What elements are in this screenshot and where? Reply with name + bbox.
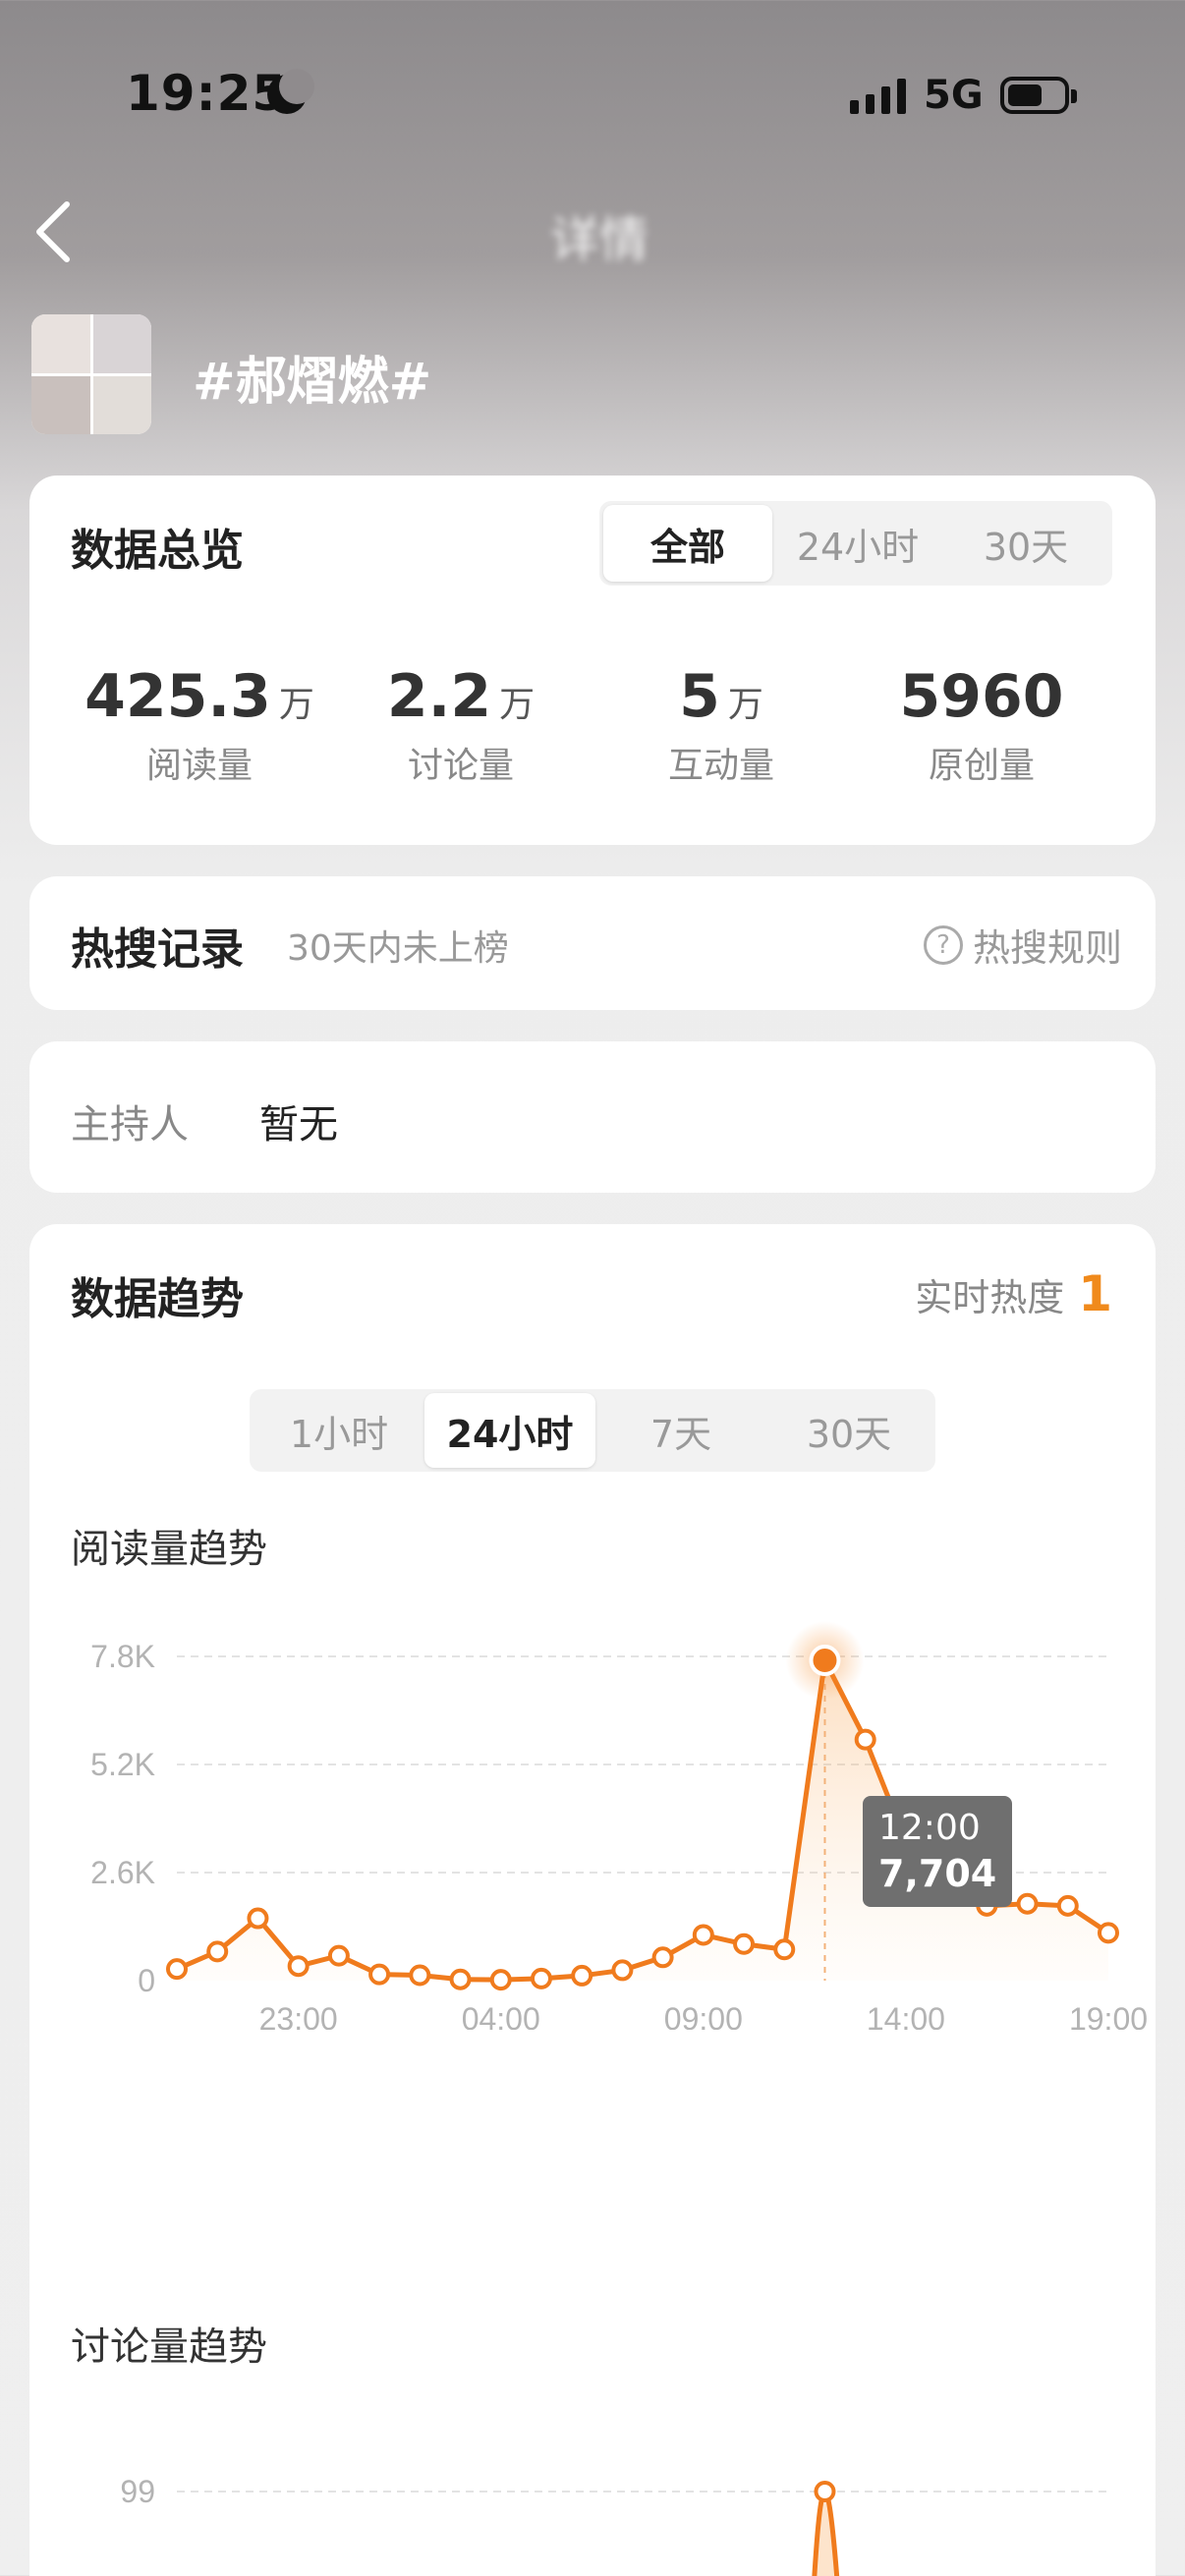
tab-30d[interactable]: 30天 <box>943 505 1108 582</box>
host-card: 主持人 暂无 <box>29 1041 1156 1193</box>
data-point <box>854 1728 876 1751</box>
realtime-label: 实时热度 <box>915 1275 1065 1319</box>
trend-tabs: 1小时 24小时 7天 30天 <box>250 1389 935 1472</box>
status-bar: 19:25 5G <box>0 0 1185 196</box>
tab-1h[interactable]: 1小时 <box>254 1393 424 1468</box>
data-point <box>368 1963 391 1986</box>
data-point <box>1098 1922 1119 1944</box>
data-point <box>287 1955 310 1978</box>
host-value: 暂无 <box>259 1102 338 1148</box>
status-time: 19:25 <box>126 65 288 122</box>
data-point <box>733 1932 756 1955</box>
data-point <box>409 1964 431 1987</box>
tab-24h[interactable]: 24小时 <box>772 505 943 582</box>
hot-search-title: 热搜记录 <box>71 924 244 975</box>
tooltip-value: 7,704 <box>878 1852 997 1895</box>
x-tick-label: 04:00 <box>462 2001 540 2030</box>
topic-title: #郝熠燃# <box>193 353 432 412</box>
read-trend-label: 阅读量趋势 <box>71 1527 267 1572</box>
signal-icon <box>850 79 906 114</box>
stat-unit: 万 <box>278 685 314 725</box>
page-title: 详情 <box>550 211 649 268</box>
realtime-value: 1 <box>1078 1265 1112 1322</box>
y-tick-label: 7.8K <box>90 1639 155 1674</box>
data-point <box>1016 1892 1039 1915</box>
hot-search-rules-label: 热搜规则 <box>972 926 1122 970</box>
network-label: 5G <box>924 73 984 118</box>
hot-search-rules-link[interactable]: ? 热搜规则 <box>923 918 1122 972</box>
stat-value: 425.3 <box>85 662 271 731</box>
x-tick-label: 14:00 <box>867 2001 945 2030</box>
chart-tooltip: 12:00 7,704 <box>863 1796 1013 1907</box>
data-point <box>571 1964 593 1987</box>
stat-unit: 万 <box>499 685 536 725</box>
overview-tabs: 全部 24小时 30天 <box>599 501 1112 586</box>
data-point <box>327 1944 350 1967</box>
trend-title: 数据趋势 <box>71 1274 244 1324</box>
back-button[interactable] <box>28 193 83 271</box>
highlight-point <box>809 1645 841 1677</box>
stat-discussions: 2.2 万 讨论量 <box>369 662 552 788</box>
data-point <box>247 1907 269 1930</box>
tooltip-time: 12:00 <box>878 1808 981 1848</box>
x-tick-label: 19:00 <box>1069 2001 1148 2030</box>
battery-icon <box>1000 77 1077 114</box>
stat-label: 阅读量 <box>145 746 253 786</box>
stat-originals: 5960 原创量 <box>890 662 1073 788</box>
y-tick-label: 5.2K <box>90 1747 155 1782</box>
chevron-left-icon <box>36 201 70 262</box>
tab-24h[interactable]: 24小时 <box>424 1393 595 1468</box>
hot-search-note: 30天内未上榜 <box>287 928 509 969</box>
x-tick-label: 09:00 <box>664 2001 743 2030</box>
data-point <box>814 2481 836 2502</box>
topic-thumbnail <box>31 314 151 434</box>
overview-stats: 425.3 万 阅读量 2.2 万 讨论量 5万 互动量 5960 原创量 <box>29 662 1156 788</box>
stat-label: 互动量 <box>667 746 774 786</box>
discussion-trend-chart: 99 <box>120 2474 1108 2576</box>
data-point <box>206 1940 229 1963</box>
data-point <box>773 1938 796 1961</box>
tab-all[interactable]: 全部 <box>603 505 772 582</box>
moon-icon <box>267 69 314 114</box>
stat-label: 讨论量 <box>407 746 514 786</box>
data-point <box>1056 1894 1079 1917</box>
stat-value: 5 <box>679 662 720 731</box>
x-tick-label: 23:00 <box>259 2001 338 2030</box>
data-point <box>611 1959 634 1982</box>
stat-interactions: 5万 互动量 <box>552 662 890 788</box>
tab-30d[interactable]: 30天 <box>766 1393 931 1468</box>
stat-value: 2.2 <box>386 662 492 731</box>
y-tick-label: 99 <box>120 2474 155 2509</box>
stat-value: 5960 <box>899 662 1064 731</box>
overview-card: 数据总览 全部 24小时 30天 425.3 万 阅读量 2.2 万 讨论量 5万 … <box>29 476 1156 845</box>
hot-search-card: 热搜记录 30天内未上榜 ? 热搜规则 <box>29 876 1156 1010</box>
y-tick-label: 2.6K <box>90 1855 155 1890</box>
host-label: 主持人 <box>71 1102 189 1148</box>
trend-card: 数据趋势 实时热度 1 1小时 24小时 7天 30天 阅读量趋势 0 2.6K 5… <box>29 1224 1156 2576</box>
stat-unit: 万 <box>727 685 763 725</box>
data-point <box>489 1969 512 1991</box>
data-point <box>166 1958 188 1981</box>
tab-7d[interactable]: 7天 <box>595 1393 766 1468</box>
help-icon: ? <box>923 924 963 965</box>
data-point <box>449 1968 472 1990</box>
overview-title: 数据总览 <box>71 526 244 576</box>
stat-reads: 425.3 万 阅读量 <box>29 662 369 788</box>
data-point <box>692 1924 714 1946</box>
discussion-trend-label: 讨论量趋势 <box>71 2324 267 2370</box>
data-point <box>651 1946 674 1969</box>
data-point <box>530 1967 552 1989</box>
y-tick-label: 0 <box>138 1963 155 1998</box>
realtime-heat: 实时热度 1 <box>915 1265 1112 1322</box>
stat-label: 原创量 <box>928 746 1035 786</box>
